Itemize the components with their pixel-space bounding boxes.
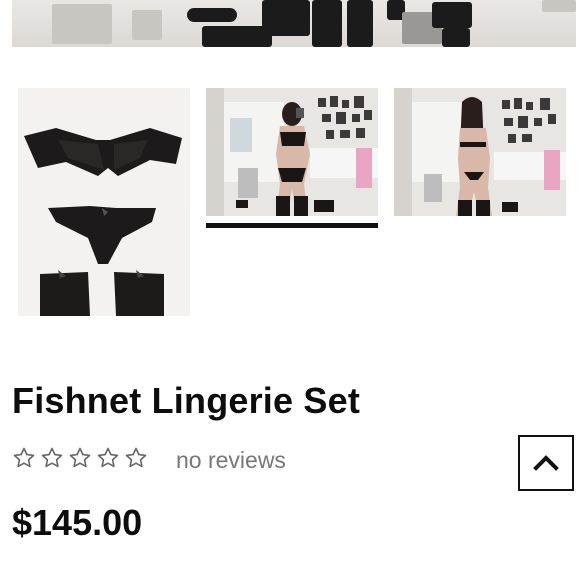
main-product-image[interactable] <box>12 0 576 47</box>
model-back-image <box>394 88 566 216</box>
star-outline-icon <box>69 447 91 468</box>
star-outline-icon <box>97 447 119 468</box>
product-price: $145.00 <box>12 502 143 543</box>
rating-stars[interactable] <box>12 446 148 470</box>
lingerie-flatlay-image <box>18 88 190 316</box>
reviews-count-link[interactable]: no reviews <box>176 447 286 474</box>
thumbnail-model-front[interactable] <box>206 88 378 216</box>
star-outline-icon <box>125 447 147 468</box>
thumbnail-model-back[interactable] <box>394 88 566 216</box>
model-front-image <box>206 88 378 216</box>
back-to-top-button[interactable] <box>518 435 574 491</box>
star-outline-icon <box>41 447 63 468</box>
star-outline-icon <box>13 447 35 468</box>
product-title: Fishnet Lingerie Set <box>12 380 361 421</box>
thumbnail-lingerie-flatlay[interactable] <box>18 88 190 316</box>
active-thumbnail-indicator <box>206 223 378 228</box>
chevron-up-icon <box>533 455 559 471</box>
